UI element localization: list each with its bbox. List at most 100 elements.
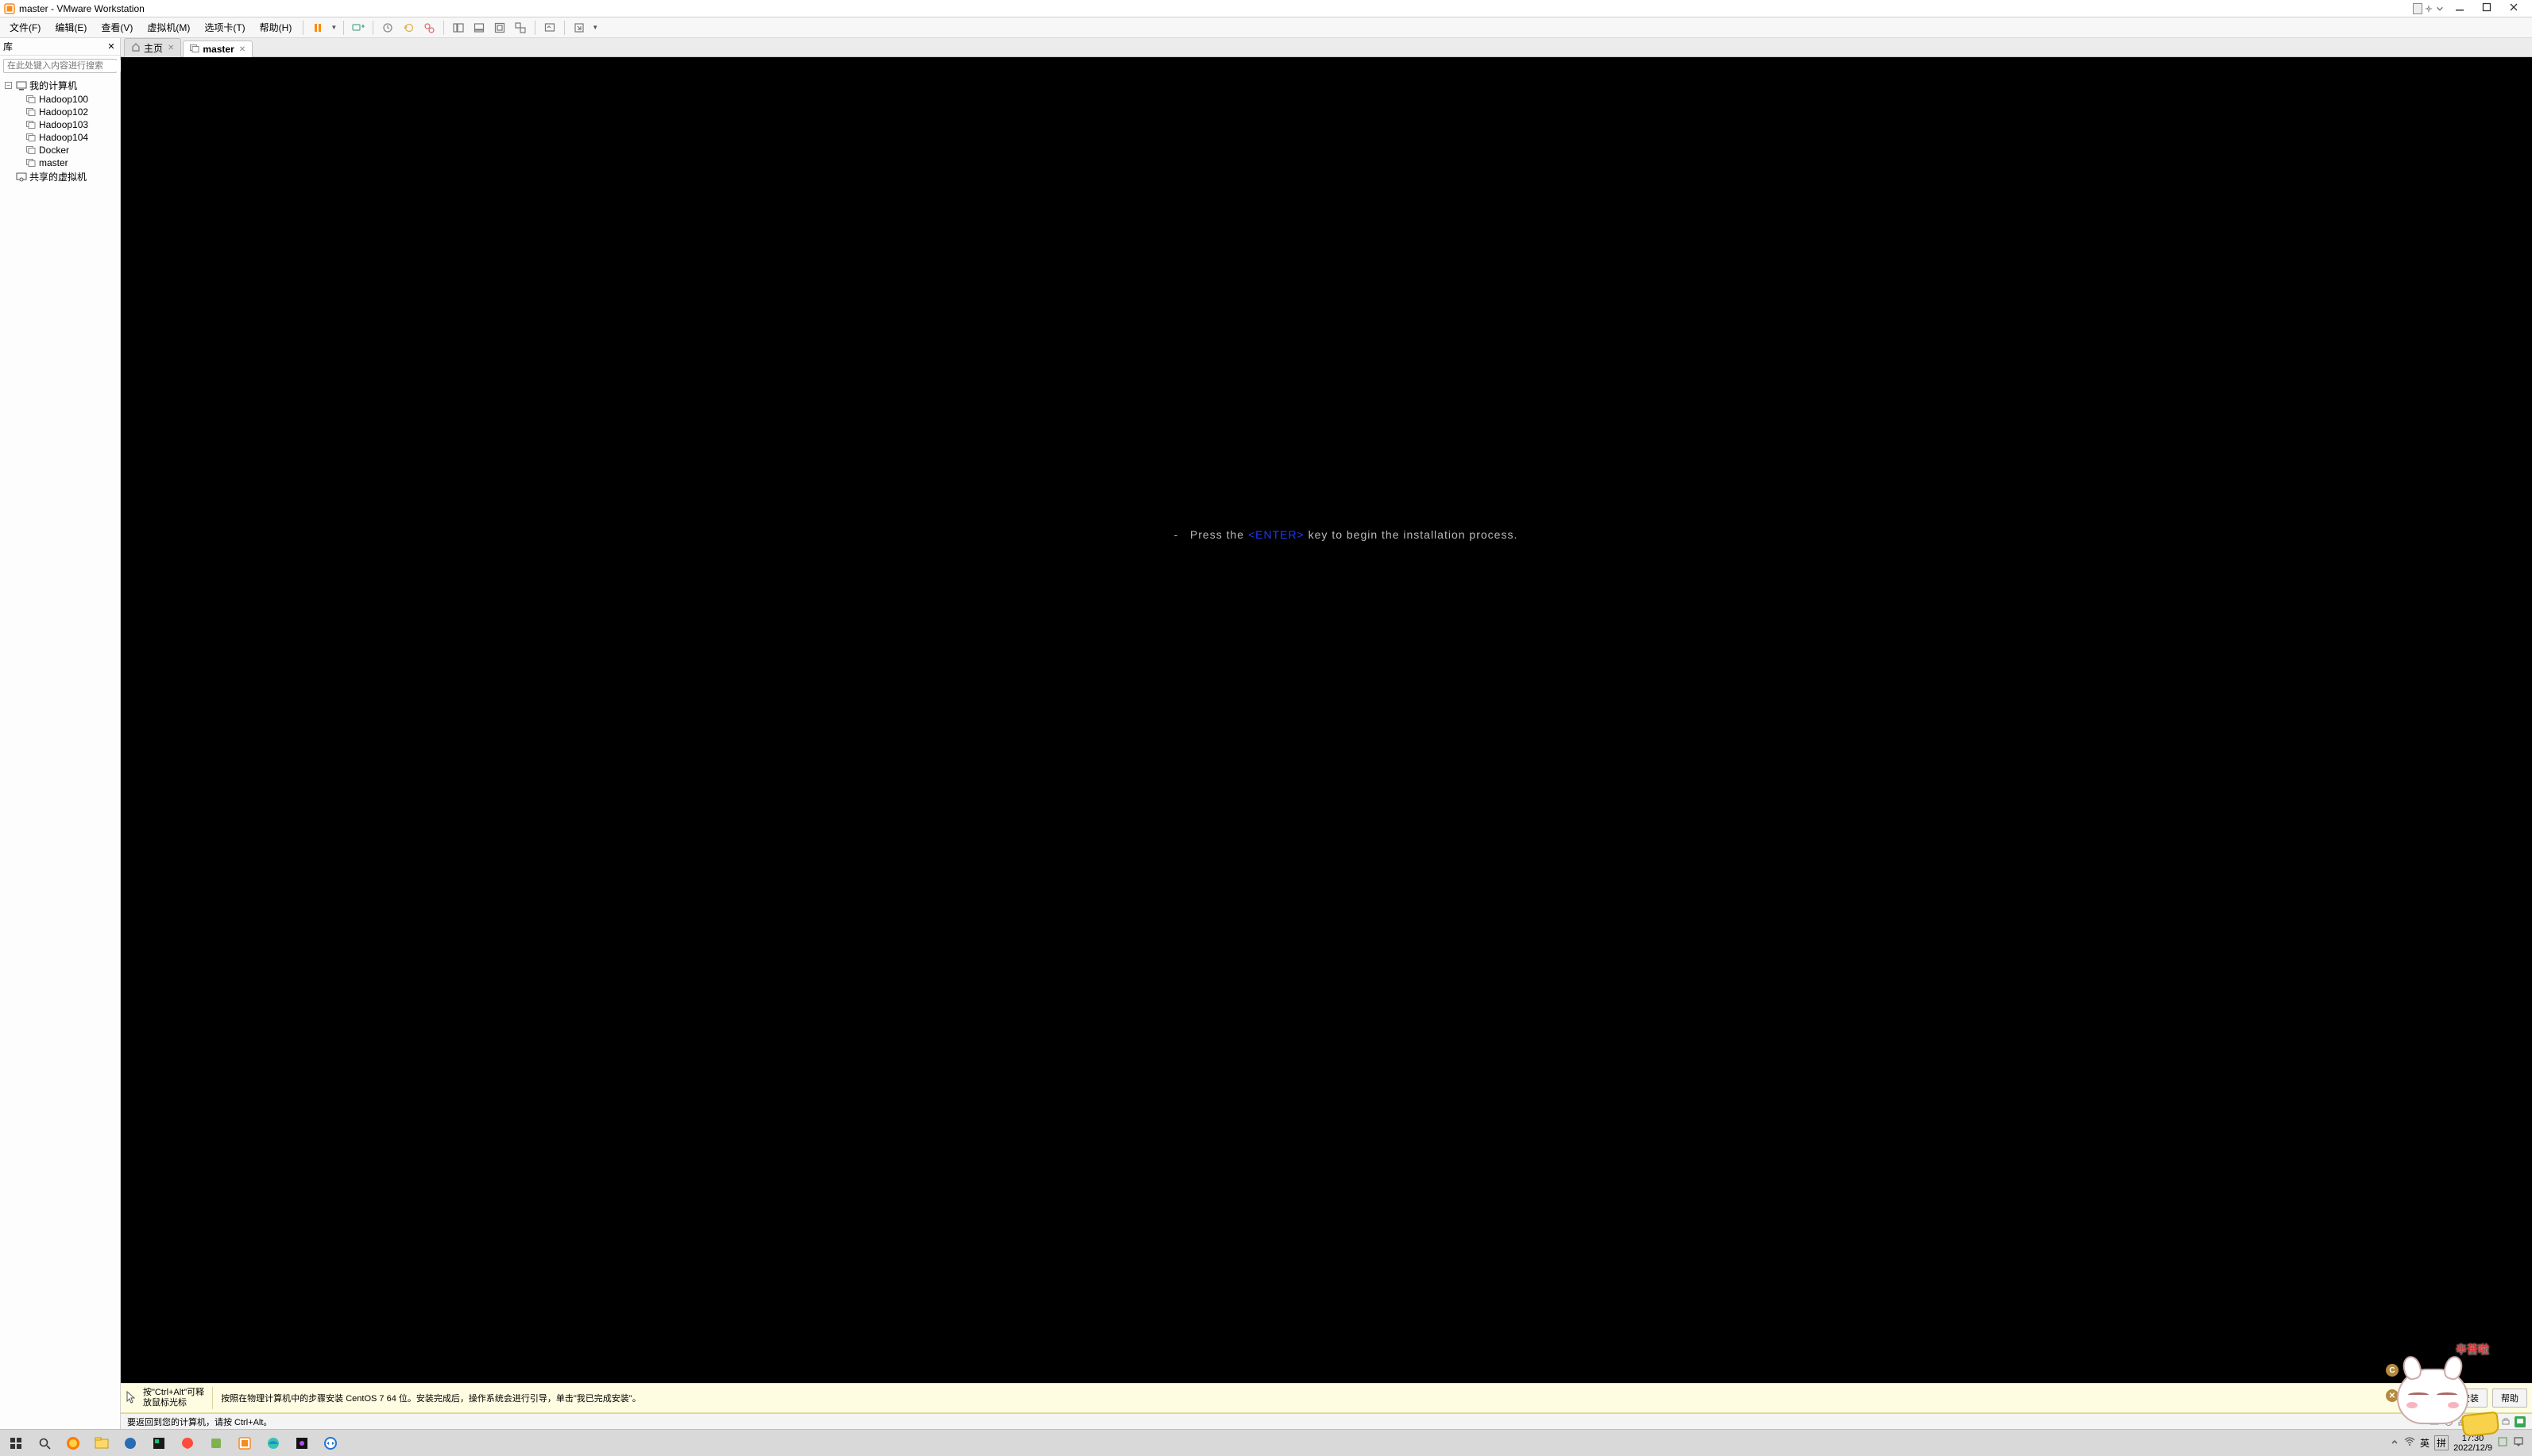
tray-clock[interactable]: 17:30 2022/12/9 [2453, 1434, 2492, 1453]
vm-icon [25, 133, 37, 142]
tab-home[interactable]: 主页 ✕ [124, 38, 181, 57]
vm-icon [25, 158, 37, 168]
send-ctrl-alt-del-button[interactable] [349, 19, 368, 37]
library-panel: 库 ✕ ▼ − 我的计算机 Hadoop100 Hadoop102 Hadoop… [0, 38, 121, 1429]
shared-icon [16, 172, 27, 182]
unity-button[interactable] [511, 19, 530, 37]
release-cursor-hint: 按"Ctrl+Alt"可释 放鼠标光标 [143, 1388, 204, 1408]
taskbar-todesk-icon[interactable] [175, 1432, 200, 1454]
tree-label: Hadoop102 [39, 106, 88, 118]
app-icon [3, 2, 16, 15]
printer-icon[interactable] [2500, 1416, 2511, 1427]
tab-close-button[interactable]: ✕ [239, 45, 245, 54]
usb-icon[interactable] [2472, 1416, 2483, 1427]
menu-tabs[interactable]: 选项卡(T) [198, 17, 251, 37]
ime-mode[interactable]: 拼 [2434, 1435, 2449, 1450]
sound-icon[interactable] [2486, 1416, 2497, 1427]
status-device-icons [2429, 1416, 2526, 1427]
taskbar-search-button[interactable] [32, 1432, 57, 1454]
snapshot-manager-button[interactable] [419, 19, 439, 37]
install-info-bar: 按"Ctrl+Alt"可释 放鼠标光标 按照在物理计算机中的步骤安装 CentO… [121, 1383, 2532, 1413]
vm-console[interactable]: - Press the <ENTER> key to begin the ins… [121, 57, 2532, 1383]
app-window: master - VMware Workstation 文件(F) 编辑(E) … [0, 0, 2532, 1456]
taskbar-teamviewer-icon[interactable] [318, 1432, 343, 1454]
home-icon [131, 42, 141, 54]
library-search-input[interactable] [6, 60, 122, 71]
taskbar-edge-icon[interactable] [261, 1432, 286, 1454]
tab-label: master [203, 44, 234, 55]
tree-vm-item[interactable]: master [0, 156, 120, 169]
menu-edit[interactable]: 编辑(E) [48, 17, 93, 37]
taskbar-firefox-icon[interactable] [60, 1432, 86, 1454]
taskbar-app2-icon[interactable] [203, 1432, 229, 1454]
menu-help[interactable]: 帮助(H) [253, 17, 299, 37]
stretch-guest-button[interactable] [570, 19, 589, 37]
ime-lang[interactable]: 英 [2420, 1436, 2430, 1450]
tab-master[interactable]: master ✕ [183, 41, 253, 57]
library-close-button[interactable]: ✕ [106, 41, 117, 52]
tree-label: master [39, 157, 68, 168]
thumbnail-bar-button[interactable] [470, 19, 489, 37]
tray-wifi-icon[interactable] [2404, 1437, 2415, 1449]
vm-icon [25, 95, 37, 104]
expand-toggle[interactable]: − [5, 82, 12, 89]
taskbar-vmware-icon[interactable] [232, 1432, 257, 1454]
tree-root-my-computer[interactable]: − 我的计算机 [0, 78, 120, 93]
content-area: 主页 ✕ master ✕ - Press the <ENTER> key to… [121, 38, 2532, 1429]
pause-button[interactable] [308, 19, 327, 37]
vm-icon [25, 107, 37, 117]
tab-label: 主页 [144, 41, 163, 55]
close-button[interactable] [2503, 2, 2524, 14]
menu-vm[interactable]: 虚拟机(M) [141, 17, 196, 37]
library-tree: − 我的计算机 Hadoop100 Hadoop102 Hadoop103 Ha… [0, 76, 120, 1429]
tree-vm-item[interactable]: Docker [0, 144, 120, 156]
taskbar-pycharm-icon[interactable] [146, 1432, 172, 1454]
install-done-button[interactable]: 我已完成安装 [2418, 1388, 2488, 1408]
vm-icon [25, 145, 37, 155]
display-icon[interactable] [2515, 1416, 2526, 1427]
tree-label: Hadoop100 [39, 94, 88, 105]
window-title: master - VMware Workstation [19, 3, 145, 14]
start-button[interactable] [3, 1432, 29, 1454]
vm-console-text: - Press the <ENTER> key to begin the ins… [1135, 516, 1518, 554]
computer-icon [16, 81, 27, 91]
snapshot-button[interactable] [378, 19, 397, 37]
tree-label: Hadoop103 [39, 119, 88, 130]
library-title: 库 [3, 40, 13, 53]
tree-vm-item[interactable]: Hadoop102 [0, 106, 120, 118]
menu-view[interactable]: 查看(V) [95, 17, 139, 37]
vm-icon [25, 120, 37, 129]
tab-close-button[interactable]: ✕ [168, 44, 174, 52]
console-view-button[interactable] [540, 19, 559, 37]
menu-file[interactable]: 文件(F) [3, 17, 47, 37]
fullscreen-button[interactable] [490, 19, 509, 37]
tray-notifications-icon[interactable] [2513, 1436, 2524, 1450]
windows-taskbar: 英 拼 17:30 2022/12/9 辛苦啦 C ✕ [0, 1429, 2532, 1456]
show-library-button[interactable] [449, 19, 468, 37]
tree-vm-item[interactable]: Hadoop103 [0, 118, 120, 131]
help-button[interactable]: 帮助 [2492, 1388, 2527, 1408]
taskbar-app-icon[interactable] [118, 1432, 143, 1454]
tree-vm-item[interactable]: Hadoop104 [0, 131, 120, 144]
revert-snapshot-button[interactable] [399, 19, 418, 37]
maximize-button[interactable] [2476, 2, 2497, 14]
tray-app-icon[interactable] [2497, 1436, 2508, 1450]
taskbar-explorer-icon[interactable] [89, 1432, 114, 1454]
titlebar-grip [2413, 2, 2445, 15]
hdd-icon[interactable] [2429, 1416, 2440, 1427]
tree-vm-item[interactable]: Hadoop100 [0, 93, 120, 106]
library-search[interactable]: ▼ [3, 59, 117, 73]
taskbar-app3-icon[interactable] [289, 1432, 315, 1454]
vm-icon [190, 44, 199, 55]
statusbar: 要返回到您的计算机，请按 Ctrl+Alt。 [121, 1413, 2532, 1429]
tree-shared-vms[interactable]: 共享的虚拟机 [0, 169, 120, 184]
minimize-button[interactable] [2449, 2, 2470, 14]
tree-label: 共享的虚拟机 [29, 170, 87, 183]
power-dropdown[interactable]: ▼ [329, 24, 338, 31]
install-message: 按照在物理计算机中的步骤安装 CentOS 7 64 位。安装完成后，操作系统会… [221, 1392, 2410, 1404]
tray-chevron-icon[interactable] [2390, 1437, 2399, 1449]
network-icon[interactable] [2457, 1416, 2468, 1427]
stretch-dropdown[interactable]: ▼ [590, 24, 600, 31]
cd-icon[interactable] [2443, 1416, 2454, 1427]
tree-label: Hadoop104 [39, 132, 88, 143]
